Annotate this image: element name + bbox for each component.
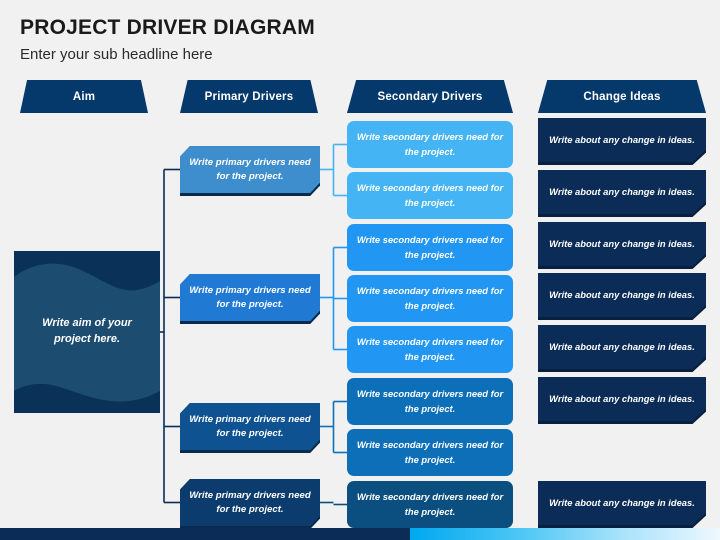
secondary-driver-text: Write secondary drivers need for the pro… [356, 182, 504, 208]
secondary-driver-text: Write secondary drivers need for the pro… [356, 285, 504, 311]
change-idea-text: Write about any change in ideas. [549, 496, 695, 508]
change-idea-text: Write about any change in ideas. [549, 340, 695, 352]
primary-driver-3[interactable]: Write primary drivers need for the proje… [180, 479, 320, 526]
secondary-driver-text: Write secondary drivers need for the pro… [356, 439, 504, 465]
change-idea-text: Write about any change in ideas. [549, 288, 695, 300]
secondary-driver-text: Write secondary drivers need for the pro… [356, 336, 504, 362]
aim-text: Write aim of your project here. [42, 317, 132, 345]
column-header-label: Aim [72, 90, 96, 103]
column-header-2: Secondary Drivers [347, 80, 513, 113]
column-header-0: Aim [20, 80, 148, 113]
secondary-driver-6[interactable]: Write secondary drivers need for the pro… [347, 429, 513, 476]
slide-canvas: PROJECT DRIVER DIAGRAM Enter your sub he… [0, 0, 720, 540]
change-idea-text: Write about any change in ideas. [549, 133, 695, 145]
footer-bar [0, 528, 720, 540]
primary-driver-2[interactable]: Write primary drivers need for the proje… [180, 403, 320, 450]
page-subtitle: Enter your sub headline here [20, 46, 213, 63]
change-idea-3[interactable]: Write about any change in ideas. [538, 273, 706, 317]
change-idea-text: Write about any change in ideas. [549, 392, 695, 404]
secondary-driver-text: Write secondary drivers need for the pro… [356, 234, 504, 260]
column-header-1: Primary Drivers [180, 80, 318, 113]
secondary-driver-1[interactable]: Write secondary drivers need for the pro… [347, 172, 513, 219]
secondary-driver-2[interactable]: Write secondary drivers need for the pro… [347, 224, 513, 271]
column-header-label: Secondary Drivers [377, 90, 483, 103]
column-header-label: Primary Drivers [204, 90, 294, 103]
change-idea-1[interactable]: Write about any change in ideas. [538, 170, 706, 214]
secondary-driver-4[interactable]: Write secondary drivers need for the pro… [347, 326, 513, 373]
primary-driver-1[interactable]: Write primary drivers need for the proje… [180, 274, 320, 321]
secondary-driver-3[interactable]: Write secondary drivers need for the pro… [347, 275, 513, 322]
footer-gradient-segment [410, 528, 720, 540]
change-idea-2[interactable]: Write about any change in ideas. [538, 222, 706, 266]
change-idea-text: Write about any change in ideas. [549, 185, 695, 197]
secondary-driver-text: Write secondary drivers need for the pro… [356, 131, 504, 157]
primary-driver-text: Write primary drivers need for the proje… [189, 156, 311, 182]
primary-driver-text: Write primary drivers need for the proje… [189, 413, 311, 439]
page-title: PROJECT DRIVER DIAGRAM [20, 16, 315, 39]
change-idea-4[interactable]: Write about any change in ideas. [538, 325, 706, 369]
secondary-driver-0[interactable]: Write secondary drivers need for the pro… [347, 121, 513, 168]
secondary-driver-text: Write secondary drivers need for the pro… [356, 388, 504, 414]
secondary-driver-text: Write secondary drivers need for the pro… [356, 491, 504, 517]
primary-driver-0[interactable]: Write primary drivers need for the proje… [180, 146, 320, 193]
aim-box[interactable]: Write aim of your project here. [14, 251, 160, 413]
secondary-driver-5[interactable]: Write secondary drivers need for the pro… [347, 378, 513, 425]
column-header-3: Change Ideas [538, 80, 706, 113]
change-idea-6[interactable]: Write about any change in ideas. [538, 481, 706, 525]
change-idea-text: Write about any change in ideas. [549, 237, 695, 249]
secondary-driver-7[interactable]: Write secondary drivers need for the pro… [347, 481, 513, 528]
primary-driver-text: Write primary drivers need for the proje… [189, 284, 311, 310]
change-idea-0[interactable]: Write about any change in ideas. [538, 118, 706, 162]
change-idea-5[interactable]: Write about any change in ideas. [538, 377, 706, 421]
primary-driver-text: Write primary drivers need for the proje… [189, 489, 311, 515]
column-header-label: Change Ideas [583, 90, 661, 103]
footer-dark-segment [0, 528, 410, 540]
